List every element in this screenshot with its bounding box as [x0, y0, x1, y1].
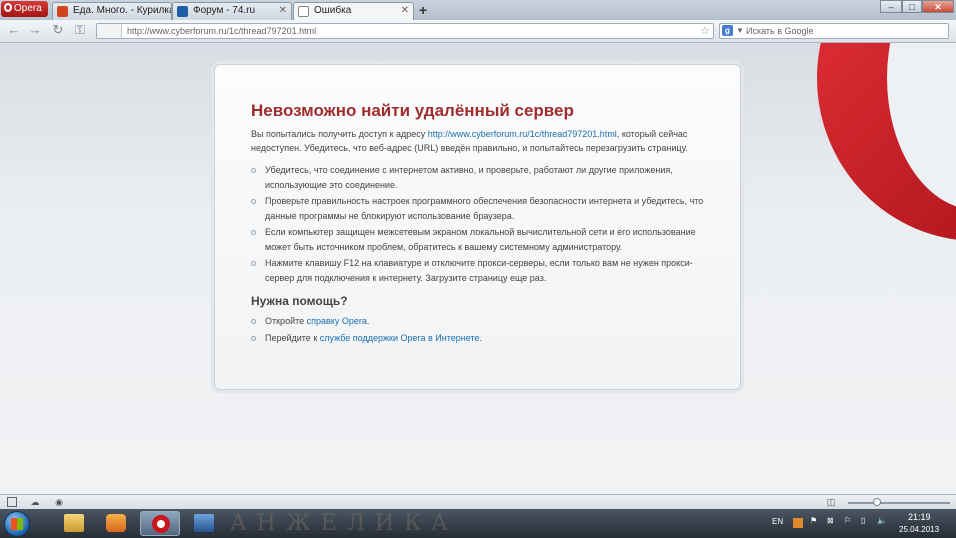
google-icon[interactable]: g — [722, 25, 733, 36]
bullet-icon — [251, 168, 256, 173]
bookmark-star-icon[interactable]: ☆ — [700, 24, 710, 38]
folder-icon — [64, 514, 84, 532]
clock-time[interactable]: 21:19 — [908, 512, 931, 522]
media-player-icon — [106, 514, 126, 532]
bullet-icon — [251, 199, 256, 204]
zoom-slider-track[interactable] — [848, 502, 950, 504]
troubleshooting-list: Убедитесь, что соединение с интернетом а… — [251, 163, 721, 287]
title-bar: Opera Еда. Много. - Курилка ... Форум - … — [0, 0, 956, 20]
flag-icon[interactable]: ⚑ — [810, 516, 817, 525]
key-icon[interactable]: ⚿ — [73, 23, 87, 37]
search-field[interactable]: g ▼ Искать в Google — [719, 23, 949, 39]
wallpaper-text: АНЖЕЛИКА — [230, 511, 458, 536]
opera-o-logo-icon — [817, 43, 956, 240]
list-item: Убедитесь, что соединение с интернетом а… — [251, 163, 721, 193]
speed-dial-icon[interactable]: ◉ — [54, 497, 64, 507]
opera-menu-button[interactable]: Opera — [1, 1, 48, 17]
tab-error[interactable]: Ошибка ✕ — [293, 2, 414, 20]
windows-taskbar: АНЖЕЛИКА EN ⚑ ⊠ ⚐ ▯ 🔈 21:19 25.04.2013 — [0, 509, 956, 538]
new-tab-button[interactable]: + — [419, 2, 427, 18]
clock-date[interactable]: 25.04.2013 — [899, 525, 939, 534]
list-item: Откройте справку Opera. — [251, 314, 721, 329]
windows-logo-icon — [11, 518, 23, 530]
forward-arrow-icon[interactable]: → — [28, 23, 42, 37]
bullet-icon — [251, 261, 256, 266]
tab-eda[interactable]: Еда. Много. - Курилка ... — [52, 2, 172, 20]
help-list: Откройте справку Opera. Перейдите к служ… — [251, 314, 721, 348]
search-placeholder[interactable]: Искать в Google — [746, 24, 814, 38]
opera-app-icon — [152, 515, 170, 533]
panel-toggle-icon[interactable] — [7, 497, 17, 507]
minimize-button[interactable]: – — [880, 0, 902, 13]
start-button[interactable] — [4, 511, 30, 537]
opera-support-link[interactable]: службе поддержки Opera в Интернете — [320, 333, 480, 343]
action-center-icon[interactable]: ⚐ — [844, 516, 851, 525]
error-description: Вы попытались получить доступ к адресу h… — [251, 129, 688, 153]
bullet-icon — [251, 319, 256, 324]
volume-icon[interactable]: 🔈 — [877, 516, 887, 525]
tab-forum-74[interactable]: Форум - 74.ru ✕ — [172, 2, 292, 20]
view-options-icon[interactable]: ◫ — [826, 497, 836, 507]
site-info-badge[interactable] — [97, 24, 122, 38]
list-item: Перейдите к службе поддержки Opera в Инт… — [251, 331, 721, 346]
reload-icon[interactable]: ↻ — [51, 23, 65, 37]
taskbar-media-player[interactable] — [96, 511, 136, 536]
back-arrow-icon[interactable]: ← — [7, 23, 21, 37]
dropdown-arrow-icon[interactable]: ▼ — [736, 24, 744, 38]
list-item: Если компьютер защищен межсетевым экрано… — [251, 225, 721, 255]
list-item: Нажмите клавишу F12 на клавиатуре и откл… — [251, 256, 721, 286]
address-field[interactable]: http://www.cyberforum.ru/1c/thread797201… — [96, 23, 714, 39]
address-url[interactable]: http://www.cyberforum.ru/1c/thread797201… — [127, 24, 316, 38]
failed-url-link[interactable]: http://www.cyberforum.ru/1c/thread797201… — [428, 129, 617, 139]
opera-logo-icon — [4, 3, 12, 12]
help-heading: Нужна помощь? — [251, 294, 348, 308]
opera-help-link[interactable]: справку Opera — [307, 316, 367, 326]
error-title: Невозможно найти удалённый сервер — [251, 101, 574, 120]
status-bar: ☁ ◉ ◫ — [0, 494, 956, 510]
taskbar-network-app[interactable] — [184, 511, 224, 536]
page-icon — [298, 6, 309, 17]
page-viewport: Невозможно найти удалённый сервер Вы поп… — [0, 43, 956, 494]
cloud-icon[interactable]: ☁ — [30, 497, 40, 507]
list-item: Проверьте правильность настроек программ… — [251, 194, 721, 224]
battery-icon[interactable]: ▯ — [861, 516, 865, 525]
bullet-icon — [251, 336, 256, 341]
bullet-icon — [251, 230, 256, 235]
tab-favicon-icon — [177, 6, 188, 17]
close-tab-icon[interactable]: ✕ — [279, 3, 287, 19]
taskbar-explorer[interactable] — [54, 511, 94, 536]
taskbar-opera[interactable] — [140, 511, 180, 536]
close-window-button[interactable]: ✕ — [922, 0, 954, 13]
error-card: Невозможно найти удалённый сервер Вы поп… — [214, 64, 741, 390]
language-indicator[interactable]: EN — [772, 517, 783, 526]
tray-alert-icon[interactable]: ⊠ — [827, 516, 834, 525]
tab-favicon-icon — [57, 6, 68, 17]
tray-app-icon[interactable] — [793, 518, 803, 528]
close-tab-icon[interactable]: ✕ — [401, 3, 409, 19]
maximize-button[interactable]: □ — [902, 0, 922, 13]
zoom-slider-thumb[interactable] — [873, 498, 881, 506]
computer-icon — [194, 514, 214, 532]
navigation-toolbar: ← → ↻ ⚿ http://www.cyberforum.ru/1c/thre… — [0, 20, 956, 43]
